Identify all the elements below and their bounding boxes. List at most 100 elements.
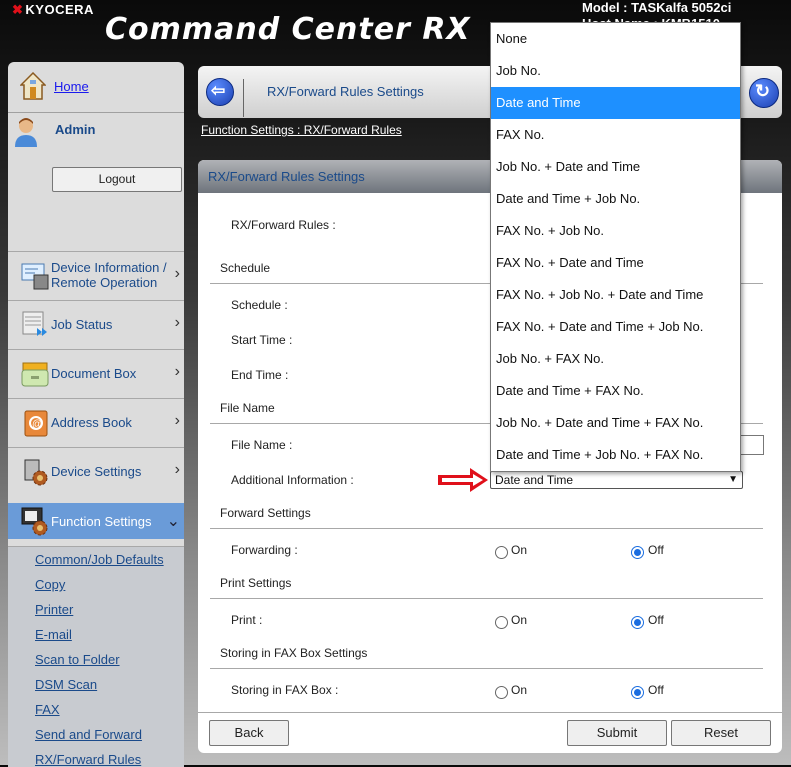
device-settings-icon: [24, 459, 48, 486]
fax-box-on-label: On: [511, 683, 528, 697]
option-fax-date[interactable]: FAX No. + Date and Time: [491, 247, 740, 279]
back-arrow-icon[interactable]: ⇦: [206, 78, 234, 106]
address-book-icon: @: [24, 410, 48, 437]
sidebar: Home Admin Logout Device Information / Re…: [8, 62, 184, 767]
option-date-fax[interactable]: Date and Time + FAX No.: [491, 375, 740, 407]
nav-label: Job Status: [51, 317, 113, 332]
additional-info-label: Additional Information :: [231, 473, 354, 487]
section-divider: [210, 668, 763, 669]
nav-address-book[interactable]: @ Address Book ›: [8, 398, 184, 447]
user-icon: [15, 118, 37, 147]
product-title: Command Center RX: [105, 12, 471, 47]
start-time-label: Start Time :: [231, 333, 293, 347]
forwarding-off-radio[interactable]: [631, 546, 644, 559]
footer-divider: [198, 712, 782, 713]
back-button[interactable]: Back: [209, 720, 289, 746]
submenu-printer[interactable]: Printer: [35, 602, 73, 617]
divider: [243, 79, 244, 117]
print-on-label: On: [511, 613, 528, 627]
chevron-down-icon: ⌄: [166, 513, 180, 530]
file-name-label: File Name :: [231, 438, 293, 452]
function-settings-icon: [21, 507, 48, 536]
submenu-dsm-scan[interactable]: DSM Scan: [35, 677, 97, 692]
fax-box-off-label: Off: [648, 683, 664, 697]
vendor-name: KYOCERA: [25, 2, 94, 17]
title-bar-title: RX/Forward Rules Settings: [267, 84, 424, 99]
print-label: Print :: [231, 613, 263, 627]
chevron-right-icon: ›: [174, 412, 180, 429]
kyocera-mark-icon: ✖: [12, 2, 24, 17]
option-job-no[interactable]: Job No.: [491, 55, 740, 87]
function-settings-submenu: Common/Job Defaults Copy Printer E-mail …: [8, 546, 184, 767]
fax-box-on-radio[interactable]: [495, 686, 508, 699]
forwarding-on-radio[interactable]: [495, 546, 508, 559]
home-icon[interactable]: [20, 72, 46, 100]
section-divider: [210, 528, 763, 529]
nav-label-line1: Device Information /: [51, 260, 167, 275]
option-none[interactable]: None: [491, 23, 740, 55]
schedule-label: Schedule :: [231, 298, 288, 312]
file-name-section-title: File Name: [220, 401, 275, 415]
submenu-copy[interactable]: Copy: [35, 577, 65, 592]
reset-button[interactable]: Reset: [671, 720, 771, 746]
option-date-job[interactable]: Date and Time + Job No.: [491, 183, 740, 215]
nav-job-status[interactable]: Job Status ›: [8, 300, 184, 349]
select-value: Date and Time: [495, 473, 574, 487]
file-name-input[interactable]: [738, 435, 764, 455]
chevron-right-icon: ›: [174, 265, 180, 282]
fax-box-off-radio[interactable]: [631, 686, 644, 699]
submit-button[interactable]: Submit: [567, 720, 667, 746]
option-fax-job[interactable]: FAX No. + Job No.: [491, 215, 740, 247]
nav-device-information[interactable]: Device Information / Remote Operation ›: [8, 251, 184, 300]
submenu-send-and-forward[interactable]: Send and Forward: [35, 727, 142, 742]
nav-label: Address Book: [51, 415, 132, 430]
submenu-scan-to-folder[interactable]: Scan to Folder: [35, 652, 120, 667]
nav-label-line2: Remote Operation: [51, 275, 158, 290]
kyocera-logo: ✖ KYOCERA: [12, 2, 94, 18]
option-job-date[interactable]: Job No. + Date and Time: [491, 151, 740, 183]
nav-label: Function Settings: [51, 514, 152, 529]
additional-info-select[interactable]: Date and Time ▼: [490, 471, 743, 489]
print-on-radio[interactable]: [495, 616, 508, 629]
chevron-right-icon: ›: [174, 461, 180, 478]
print-off-radio[interactable]: [631, 616, 644, 629]
submenu-email[interactable]: E-mail: [35, 627, 72, 642]
document-box-icon: [21, 362, 49, 387]
schedule-section-title: Schedule: [220, 261, 271, 275]
model-info: Model : TASKalfa 5052ci: [582, 0, 732, 15]
end-time-label: End Time :: [231, 368, 289, 382]
option-fax-no[interactable]: FAX No.: [491, 119, 740, 151]
print-off-label: Off: [648, 613, 664, 627]
option-fax-date-job[interactable]: FAX No. + Date and Time + Job No.: [491, 311, 740, 343]
forwarding-off-label: Off: [648, 543, 664, 557]
fax-box-section-title: Storing in FAX Box Settings: [220, 646, 368, 660]
forwarding-on-label: On: [511, 543, 528, 557]
job-status-icon: [22, 311, 47, 336]
nav-label: Device Settings: [51, 464, 142, 479]
chevron-right-icon: ›: [174, 314, 180, 331]
print-section-title: Print Settings: [220, 576, 292, 590]
nav-label: Document Box: [51, 366, 137, 381]
option-job-date-fax[interactable]: Job No. + Date and Time + FAX No.: [491, 407, 740, 439]
option-date-and-time[interactable]: Date and Time: [491, 87, 740, 119]
fax-box-label: Storing in FAX Box :: [231, 683, 339, 697]
nav-device-settings[interactable]: Device Settings ›: [8, 447, 184, 496]
forwarding-label: Forwarding :: [231, 543, 298, 557]
section-divider: [210, 598, 763, 599]
logout-button[interactable]: Logout: [52, 167, 182, 192]
nav-document-box[interactable]: Document Box ›: [8, 349, 184, 398]
submenu-common-job-defaults[interactable]: Common/Job Defaults: [35, 552, 164, 567]
home-link[interactable]: Home: [54, 79, 89, 94]
option-fax-job-date[interactable]: FAX No. + Job No. + Date and Time: [491, 279, 740, 311]
user-name: Admin: [55, 122, 96, 137]
submenu-fax[interactable]: FAX: [35, 702, 60, 717]
refresh-icon[interactable]: ↻: [749, 78, 779, 108]
nav-function-settings[interactable]: Function Settings ⌄: [8, 503, 184, 539]
option-job-fax[interactable]: Job No. + FAX No.: [491, 343, 740, 375]
breadcrumb[interactable]: Function Settings : RX/Forward Rules: [201, 123, 402, 137]
device-info-icon: [21, 263, 49, 290]
additional-info-dropdown-list[interactable]: None Job No. Date and Time FAX No. Job N…: [490, 22, 741, 472]
option-date-job-fax[interactable]: Date and Time + Job No. + FAX No.: [491, 439, 740, 471]
svg-text:@: @: [32, 419, 42, 430]
chevron-down-icon: ▼: [728, 474, 738, 485]
